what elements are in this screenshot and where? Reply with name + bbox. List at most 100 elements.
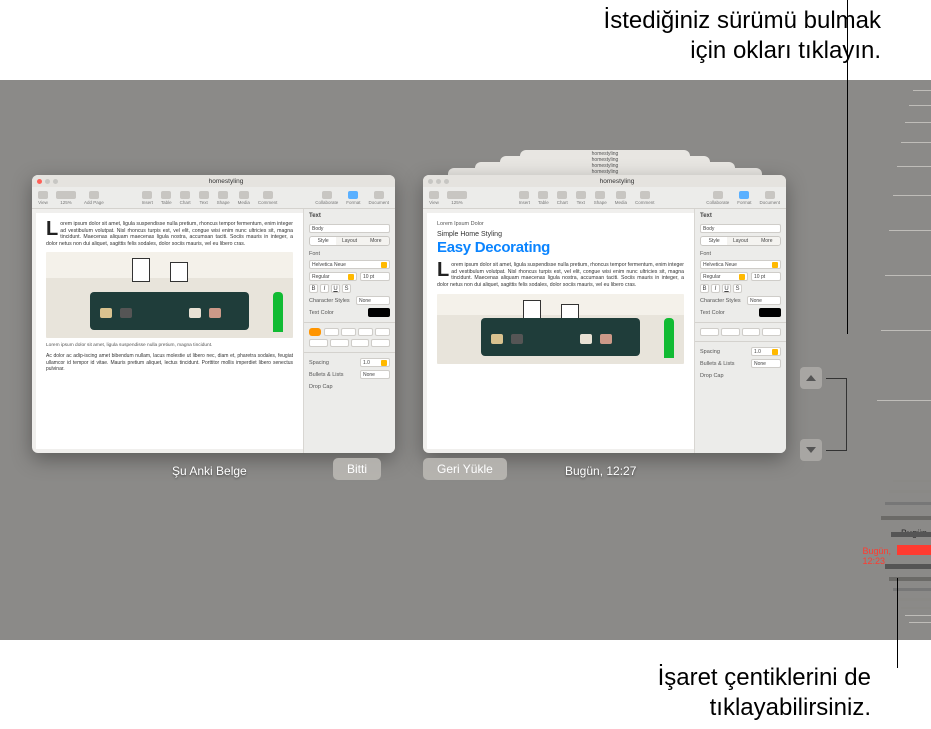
toolbar-insert[interactable]: Insert bbox=[519, 191, 530, 205]
toolbar-table[interactable]: Table bbox=[161, 191, 172, 205]
strike-button[interactable]: S bbox=[342, 284, 351, 293]
toolbar-format[interactable]: Format bbox=[346, 191, 360, 205]
toolbar-zoom[interactable]: 125% bbox=[56, 191, 76, 205]
bullets-picker[interactable]: None bbox=[751, 359, 781, 368]
toolbar-format[interactable]: Format bbox=[737, 191, 751, 205]
align-left-button[interactable] bbox=[700, 328, 719, 336]
paragraph-style-picker[interactable]: Body bbox=[309, 224, 390, 233]
seg-layout[interactable]: Layout bbox=[336, 237, 362, 245]
toolbar-text[interactable]: Text bbox=[199, 191, 209, 205]
timeline-tick[interactable] bbox=[891, 532, 931, 537]
stepper-icon[interactable] bbox=[381, 262, 387, 268]
toolbar-media[interactable]: Media bbox=[615, 191, 627, 205]
char-styles-picker[interactable]: None bbox=[747, 296, 781, 305]
underline-button[interactable]: U bbox=[722, 284, 731, 293]
toolbar-chart[interactable]: Chart bbox=[180, 191, 191, 205]
paragraph-style-picker[interactable]: Body bbox=[700, 224, 781, 233]
text-color-swatch[interactable] bbox=[759, 308, 781, 317]
bullets-picker[interactable]: None bbox=[360, 370, 390, 379]
toolbar-text[interactable]: Text bbox=[576, 191, 586, 205]
font-size-field[interactable]: 10 pt bbox=[360, 272, 390, 281]
timeline-tick[interactable] bbox=[889, 490, 931, 493]
timeline-tick-selected[interactable] bbox=[897, 545, 931, 555]
align-right-button[interactable] bbox=[358, 328, 373, 336]
char-styles-picker[interactable]: None bbox=[356, 296, 390, 305]
spacing-picker[interactable]: 1.0 bbox=[360, 358, 390, 367]
list-indent-button[interactable] bbox=[351, 339, 370, 347]
timeline-tick[interactable] bbox=[893, 195, 931, 196]
italic-button[interactable]: I bbox=[711, 284, 720, 293]
list-outdent-button[interactable] bbox=[371, 339, 390, 347]
timeline-tick[interactable] bbox=[905, 615, 931, 616]
align-left-button[interactable] bbox=[324, 328, 339, 336]
align-center-button[interactable] bbox=[341, 328, 356, 336]
font-weight-picker[interactable]: Regular bbox=[700, 272, 748, 281]
toolbar-collaborate[interactable]: Collaborate bbox=[706, 191, 729, 205]
timeline-tick[interactable] bbox=[913, 90, 931, 91]
seg-more[interactable]: More bbox=[363, 237, 389, 245]
toolbar-media[interactable]: Media bbox=[238, 191, 250, 205]
timeline-tick[interactable] bbox=[885, 275, 931, 276]
align-right-button[interactable] bbox=[742, 328, 761, 336]
font-family-picker[interactable]: Helvetica Neue bbox=[309, 260, 390, 269]
seg-style[interactable]: Style bbox=[310, 237, 336, 245]
timeline-tick[interactable] bbox=[889, 230, 931, 231]
seg-more[interactable]: More bbox=[754, 237, 780, 245]
timeline-tick[interactable] bbox=[881, 516, 931, 520]
bold-button[interactable]: B bbox=[309, 284, 318, 293]
toolbar-view[interactable]: View bbox=[38, 191, 48, 205]
timeline-tick[interactable] bbox=[885, 564, 931, 569]
inspector-tab-text[interactable]: Text bbox=[309, 213, 390, 219]
highlight-swatch[interactable] bbox=[309, 328, 321, 336]
inspector-segmented[interactable]: Style Layout More bbox=[700, 236, 781, 246]
restore-button[interactable]: Geri Yükle bbox=[423, 458, 507, 480]
indent-button[interactable] bbox=[330, 339, 349, 347]
stepper-icon[interactable] bbox=[739, 274, 745, 280]
toolbar-document[interactable]: Document bbox=[369, 191, 390, 205]
font-size-field[interactable]: 10 pt bbox=[751, 272, 781, 281]
toolbar-insert[interactable]: Insert bbox=[142, 191, 153, 205]
stepper-icon[interactable] bbox=[772, 262, 778, 268]
timeline-tick[interactable] bbox=[877, 400, 931, 401]
font-weight-picker[interactable]: Regular bbox=[309, 272, 357, 281]
align-justify-button[interactable] bbox=[375, 328, 390, 336]
toolbar-table[interactable]: Table bbox=[538, 191, 549, 205]
toolbar-chart[interactable]: Chart bbox=[557, 191, 568, 205]
toolbar-collaborate[interactable]: Collaborate bbox=[315, 191, 338, 205]
version-up-button[interactable] bbox=[800, 367, 822, 389]
timeline-tick[interactable] bbox=[909, 105, 931, 106]
stepper-icon[interactable] bbox=[381, 360, 387, 366]
page-canvas[interactable]: Lorem Ipsum Dolor Simple Home Styling Ea… bbox=[427, 213, 694, 449]
seg-layout[interactable]: Layout bbox=[727, 237, 753, 245]
stepper-icon[interactable] bbox=[772, 349, 778, 355]
timeline-tick[interactable] bbox=[897, 166, 931, 167]
timeline-tick[interactable] bbox=[897, 598, 931, 601]
align-justify-button[interactable] bbox=[762, 328, 781, 336]
font-family-picker[interactable]: Helvetica Neue bbox=[700, 260, 781, 269]
timeline-tick[interactable] bbox=[901, 607, 931, 609]
bold-button[interactable]: B bbox=[700, 284, 709, 293]
close-icon[interactable] bbox=[37, 179, 42, 184]
seg-style[interactable]: Style bbox=[701, 237, 727, 245]
toolbar-comment[interactable]: Comment bbox=[258, 191, 278, 205]
timeline-tick[interactable] bbox=[901, 142, 931, 143]
inspector-tab-text[interactable]: Text bbox=[700, 213, 781, 219]
outdent-button[interactable] bbox=[309, 339, 328, 347]
strike-button[interactable]: S bbox=[733, 284, 742, 293]
stepper-icon[interactable] bbox=[348, 274, 354, 280]
timeline-tick[interactable] bbox=[889, 577, 931, 581]
toolbar-document[interactable]: Document bbox=[760, 191, 781, 205]
toolbar-shape[interactable]: Shape bbox=[594, 191, 607, 205]
timeline-tick[interactable] bbox=[881, 330, 931, 331]
timeline-tick[interactable] bbox=[885, 502, 931, 505]
underline-button[interactable]: U bbox=[331, 284, 340, 293]
version-down-button[interactable] bbox=[800, 439, 822, 461]
text-color-swatch[interactable] bbox=[368, 308, 390, 317]
timeline-tick[interactable] bbox=[893, 588, 931, 591]
timeline-tick[interactable] bbox=[905, 122, 931, 123]
page-canvas[interactable]: L orem ipsum dolor sit amet, ligula susp… bbox=[36, 213, 303, 449]
toolbar-shape[interactable]: Shape bbox=[217, 191, 230, 205]
toolbar-view[interactable]: View bbox=[429, 191, 439, 205]
align-center-button[interactable] bbox=[721, 328, 740, 336]
italic-button[interactable]: I bbox=[320, 284, 329, 293]
